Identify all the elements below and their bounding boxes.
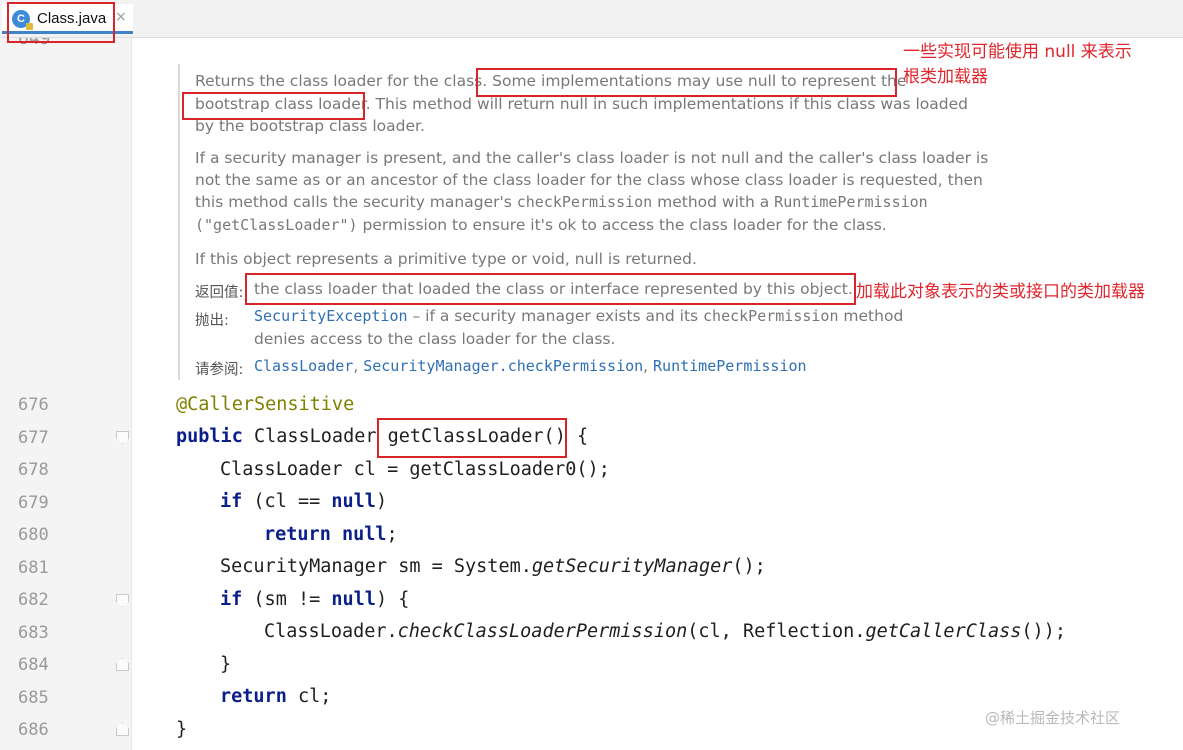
code-line-685: return cl; bbox=[220, 686, 332, 707]
doc-paragraph-line: this method calls the security manager's… bbox=[195, 193, 928, 211]
throws-text: SecurityException – if a security manage… bbox=[254, 307, 904, 325]
highlight-box-return-value bbox=[245, 273, 856, 305]
classloader-link[interactable]: ClassLoader bbox=[254, 357, 353, 375]
highlight-box-tab bbox=[7, 2, 115, 43]
code-line-686: } bbox=[176, 719, 188, 740]
highlight-box-method-name bbox=[377, 418, 567, 458]
code-line-683: ClassLoader.checkClassLoaderPermission(c… bbox=[264, 621, 1066, 642]
line-number: 686 bbox=[18, 720, 49, 740]
annotation-note-bootstrap-cont: 根类加载器 bbox=[903, 67, 988, 87]
see-also-links: ClassLoader, SecurityManager.checkPermis… bbox=[254, 357, 807, 375]
code-line-679: if (cl == null) bbox=[220, 491, 388, 512]
security-exception-link[interactable]: SecurityException bbox=[254, 307, 408, 325]
security-manager-check-permission-link[interactable]: SecurityManager.checkPermission bbox=[363, 357, 643, 375]
highlight-box-null-bootstrap bbox=[476, 68, 897, 97]
line-number: 680 bbox=[18, 525, 49, 545]
returns-label: 返回值: bbox=[195, 285, 244, 301]
code-line-684: } bbox=[220, 654, 232, 675]
line-number: 677 bbox=[18, 428, 49, 448]
line-number-gutter bbox=[0, 38, 132, 750]
close-icon[interactable]: × bbox=[115, 9, 127, 25]
code-line-676: @CallerSensitive bbox=[176, 394, 355, 415]
code-line-682: if (sm != null) { bbox=[220, 589, 410, 610]
doc-paragraph-line: ("getClassLoader") permission to ensure … bbox=[195, 216, 887, 234]
runtime-permission-link[interactable]: RuntimePermission bbox=[653, 357, 807, 375]
line-number: 676 bbox=[18, 395, 49, 415]
doc-paragraph-line: If this object represents a primitive ty… bbox=[195, 250, 697, 268]
code-line-681: SecurityManager sm = System.getSecurityM… bbox=[220, 556, 766, 577]
throws-label: 抛出: bbox=[195, 313, 229, 329]
throws-text-cont: denies access to the class loader for th… bbox=[254, 330, 616, 348]
line-number: 682 bbox=[18, 590, 49, 610]
watermark-text: @稀土掘金技术社区 bbox=[985, 709, 1121, 727]
code-line-680: return null; bbox=[264, 524, 398, 545]
line-number: 685 bbox=[18, 688, 49, 708]
line-number: 684 bbox=[18, 655, 49, 675]
see-also-label: 请参阅: bbox=[195, 362, 244, 378]
doc-paragraph-line: not the same as or an ancestor of the cl… bbox=[195, 171, 983, 189]
code-line-678: ClassLoader cl = getClassLoader0(); bbox=[220, 459, 610, 480]
line-number: 678 bbox=[18, 460, 49, 480]
annotation-note-return: 加载此对象表示的类或接口的类加载器 bbox=[856, 282, 1145, 302]
highlight-box-bootstrap-loader bbox=[182, 92, 365, 120]
line-number: 683 bbox=[18, 623, 49, 643]
editor-tab-bar: C Class.java × bbox=[0, 0, 1183, 38]
annotation-note-bootstrap: 一些实现可能使用 null 来表示 bbox=[903, 42, 1132, 62]
line-number: 679 bbox=[18, 493, 49, 513]
line-number: 681 bbox=[18, 558, 49, 578]
doc-paragraph-line: If a security manager is present, and th… bbox=[195, 149, 989, 167]
